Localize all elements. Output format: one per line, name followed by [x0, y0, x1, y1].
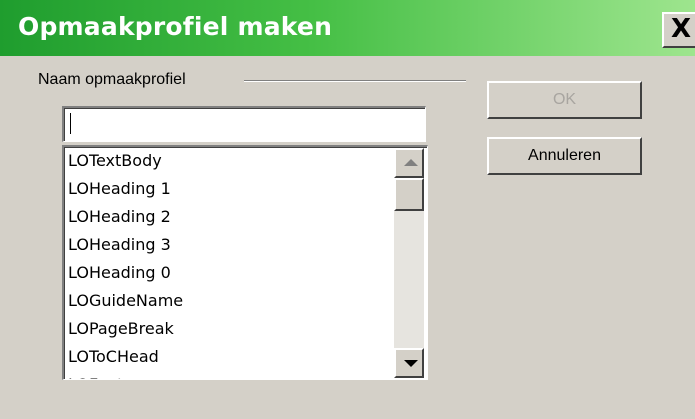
dialog-title: Opmaakprofiel maken: [18, 12, 333, 41]
list-item[interactable]: LOFooter: [68, 371, 140, 379]
scroll-down-button[interactable]: [394, 348, 424, 378]
list-item[interactable]: LOHeading 0: [68, 259, 171, 287]
list-scrollbar[interactable]: [394, 148, 424, 378]
ok-button[interactable]: OK: [487, 81, 642, 119]
list-item[interactable]: LOToCHead: [68, 343, 159, 371]
scroll-up-arrow-icon: [404, 159, 418, 166]
cancel-button[interactable]: Annuleren: [487, 137, 642, 175]
style-name-input[interactable]: [62, 106, 426, 142]
list-item[interactable]: LOTextBody: [68, 147, 162, 175]
create-style-dialog: Opmaakprofiel maken X Naam opmaakprofiel…: [0, 0, 695, 419]
list-item[interactable]: LOHeading 3: [68, 231, 171, 259]
list-item[interactable]: LOGuideName: [68, 287, 183, 315]
list-item[interactable]: LOPageBreak: [68, 315, 174, 343]
scroll-up-button[interactable]: [394, 148, 424, 178]
scroll-thumb[interactable]: [394, 178, 424, 211]
existing-styles-list[interactable]: LOTextBody LOHeading 1 LOHeading 2 LOHea…: [62, 145, 428, 380]
title-bar[interactable]: Opmaakprofiel maken: [0, 0, 695, 56]
close-icon: X: [671, 14, 692, 44]
group-separator: [244, 80, 466, 82]
list-item[interactable]: LOHeading 1: [68, 175, 171, 203]
close-button[interactable]: X: [662, 12, 695, 48]
list-item[interactable]: LOHeading 2: [68, 203, 171, 231]
style-name-group-label: Naam opmaakprofiel: [38, 71, 186, 88]
scroll-down-arrow-icon: [404, 360, 418, 367]
text-caret: [70, 113, 71, 134]
